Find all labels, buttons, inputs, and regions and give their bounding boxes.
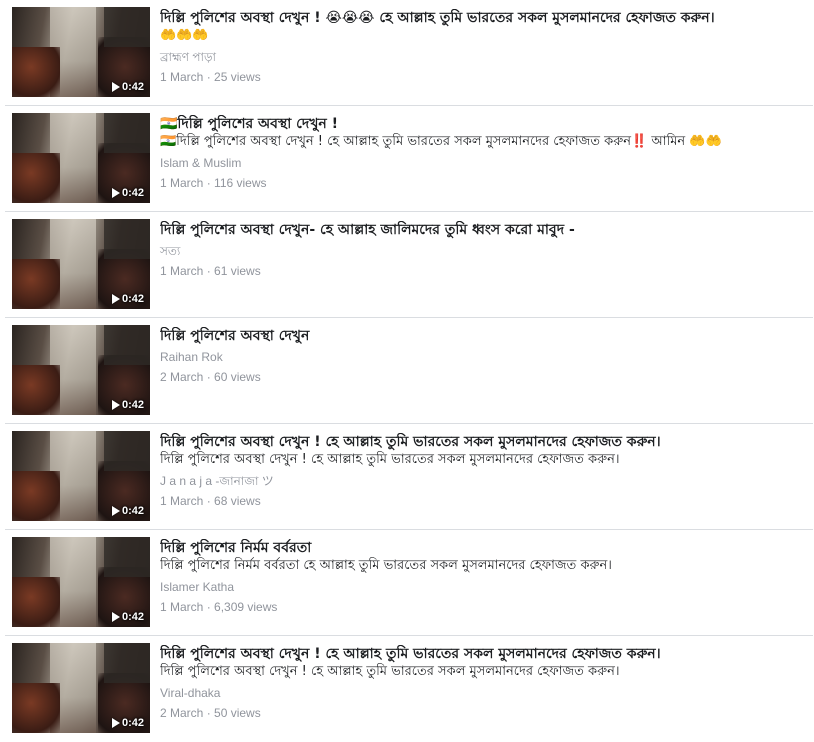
video-result-item[interactable]: 0:42 🇮🇳দিল্লি পুলিশের অবস্থা দেখুন ! 🇮🇳দ… [5, 106, 813, 212]
video-description: দিল্লি পুলিশের অবস্থা দেখুন ! হে আল্লাহ … [160, 452, 620, 467]
upload-date: 1 March [160, 264, 204, 278]
duration-label: 0:42 [121, 187, 144, 199]
video-meta: দিল্লি পুলিশের অবস্থা দেখুন Raihan Rok 2… [160, 327, 808, 385]
separator: · [203, 600, 215, 614]
channel-name[interactable]: Islam & Muslim [160, 155, 808, 171]
channel-name[interactable]: J a n a j a -জানাজা ツ [160, 473, 808, 489]
video-title[interactable]: দিল্লি পুলিশের অবস্থা দেখুন [160, 327, 808, 345]
channel-name[interactable]: সত্য [160, 243, 808, 259]
video-meta: দিল্লি পুলিশের নির্মম বর্বরতা দিল্লি পুল… [160, 539, 808, 615]
upload-date: 1 March [160, 70, 204, 84]
separator: · [203, 370, 215, 384]
upload-date: 1 March [160, 176, 204, 190]
channel-name[interactable]: ব্রাহ্মণ পাড়া [160, 49, 808, 65]
video-title[interactable]: দিল্লি পুলিশের অবস্থা দেখুন ! হে আল্লাহ … [160, 645, 808, 663]
channel-name[interactable]: Raihan Rok [160, 349, 808, 365]
video-duration: 0:42 [111, 717, 144, 729]
channel-name[interactable]: Islamer Katha [160, 579, 808, 595]
video-stats: 1 March · 116 views [160, 175, 808, 191]
video-description: দিল্লি পুলিশের নির্মম বর্বরতা হে আল্লাহ … [160, 558, 612, 573]
play-icon [111, 718, 120, 728]
separator: · [203, 706, 215, 720]
channel-name[interactable]: Viral-dhaka [160, 685, 808, 701]
view-count: 25 views [214, 70, 261, 84]
video-stats: 2 March · 60 views [160, 369, 808, 385]
video-meta: দিল্লি পুলিশের অবস্থা দেখুন- হে আল্লাহ জ… [160, 221, 808, 279]
video-stats: 1 March · 6,309 views [160, 599, 808, 615]
view-count: 61 views [214, 264, 261, 278]
play-icon [111, 612, 120, 622]
video-description: 🇮🇳দিল্লি পুলিশের অবস্থা দেখুন ! হে আল্লা… [160, 134, 722, 149]
video-meta: দিল্লি পুলিশের অবস্থা দেখুন ! হে আল্লাহ … [160, 433, 808, 509]
video-stats: 2 March · 50 views [160, 705, 808, 721]
view-count: 116 views [214, 176, 267, 190]
view-count: 50 views [214, 706, 261, 720]
duration-label: 0:42 [121, 717, 144, 729]
duration-label: 0:42 [121, 399, 144, 411]
duration-label: 0:42 [121, 611, 144, 623]
play-icon [111, 82, 120, 92]
view-count: 6,309 views [214, 600, 278, 614]
upload-date: 2 March [160, 706, 204, 720]
duration-label: 0:42 [121, 81, 144, 93]
video-thumbnail[interactable]: 0:42 [12, 325, 150, 415]
video-title[interactable]: 🇮🇳দিল্লি পুলিশের অবস্থা দেখুন ! [160, 115, 808, 133]
video-title[interactable]: দিল্লি পুলিশের নির্মম বর্বরতা [160, 539, 808, 557]
video-thumbnail[interactable]: 0:42 [12, 643, 150, 733]
video-result-item[interactable]: 0:42 দিল্লি পুলিশের নির্মম বর্বরতা দিল্ল… [5, 530, 813, 636]
separator: · [203, 264, 215, 278]
video-duration: 0:42 [111, 293, 144, 305]
video-meta: দিল্লি পুলিশের অবস্থা দেখুন ! হে আল্লাহ … [160, 645, 808, 721]
upload-date: 2 March [160, 370, 204, 384]
video-stats: 1 March · 61 views [160, 263, 808, 279]
video-title[interactable]: দিল্লি পুলিশের অবস্থা দেখুন ! হে আল্লাহ … [160, 433, 808, 451]
video-meta: 🇮🇳দিল্লি পুলিশের অবস্থা দেখুন ! 🇮🇳দিল্লি… [160, 115, 808, 191]
video-title[interactable]: দিল্লি পুলিশের অবস্থা দেখুন- হে আল্লাহ জ… [160, 221, 808, 239]
video-thumbnail[interactable]: 0:42 [12, 113, 150, 203]
view-count: 60 views [214, 370, 261, 384]
video-stats: 1 March · 68 views [160, 493, 808, 509]
play-icon [111, 400, 120, 410]
play-icon [111, 294, 120, 304]
video-meta: দিল্লি পুলিশের অবস্থা দেখুন ! 😭😭😭 হে আল্… [160, 9, 808, 85]
video-thumbnail[interactable]: 0:42 [12, 537, 150, 627]
video-result-item[interactable]: 0:42 দিল্লি পুলিশের অবস্থা দেখুন ! হে আল… [5, 424, 813, 530]
duration-label: 0:42 [121, 293, 144, 305]
video-result-item[interactable]: 0:42 দিল্লি পুলিশের অবস্থা দেখুন ! হে আল… [5, 636, 813, 742]
video-stats: 1 March · 25 views [160, 69, 808, 85]
video-thumbnail[interactable]: 0:42 [12, 219, 150, 309]
duration-label: 0:42 [121, 505, 144, 517]
separator: · [203, 494, 215, 508]
video-result-item[interactable]: 0:42 দিল্লি পুলিশের অবস্থা দেখুন Raihan … [5, 318, 813, 424]
separator: · [203, 176, 215, 190]
upload-date: 1 March [160, 600, 204, 614]
play-icon [111, 188, 120, 198]
video-duration: 0:42 [111, 399, 144, 411]
video-title[interactable]: দিল্লি পুলিশের অবস্থা দেখুন ! 😭😭😭 হে আল্… [160, 9, 808, 27]
video-thumbnail[interactable]: 0:42 [12, 7, 150, 97]
video-result-item[interactable]: 0:42 দিল্লি পুলিশের অবস্থা দেখুন- হে আল্… [5, 212, 813, 318]
video-duration: 0:42 [111, 187, 144, 199]
video-duration: 0:42 [111, 505, 144, 517]
video-thumbnail[interactable]: 0:42 [12, 431, 150, 521]
video-description: 🤲🤲🤲 [160, 28, 209, 43]
video-result-item[interactable]: 0:42 দিল্লি পুলিশের অবস্থা দেখুন ! 😭😭😭 হ… [5, 0, 813, 106]
play-icon [111, 506, 120, 516]
video-results-list: 0:42 দিল্লি পুলিশের অবস্থা দেখুন ! 😭😭😭 হ… [0, 0, 814, 733]
upload-date: 1 March [160, 494, 204, 508]
video-duration: 0:42 [111, 81, 144, 93]
view-count: 68 views [214, 494, 261, 508]
video-duration: 0:42 [111, 611, 144, 623]
video-description: দিল্লি পুলিশের অবস্থা দেখুন ! হে আল্লাহ … [160, 664, 620, 679]
separator: · [203, 70, 215, 84]
